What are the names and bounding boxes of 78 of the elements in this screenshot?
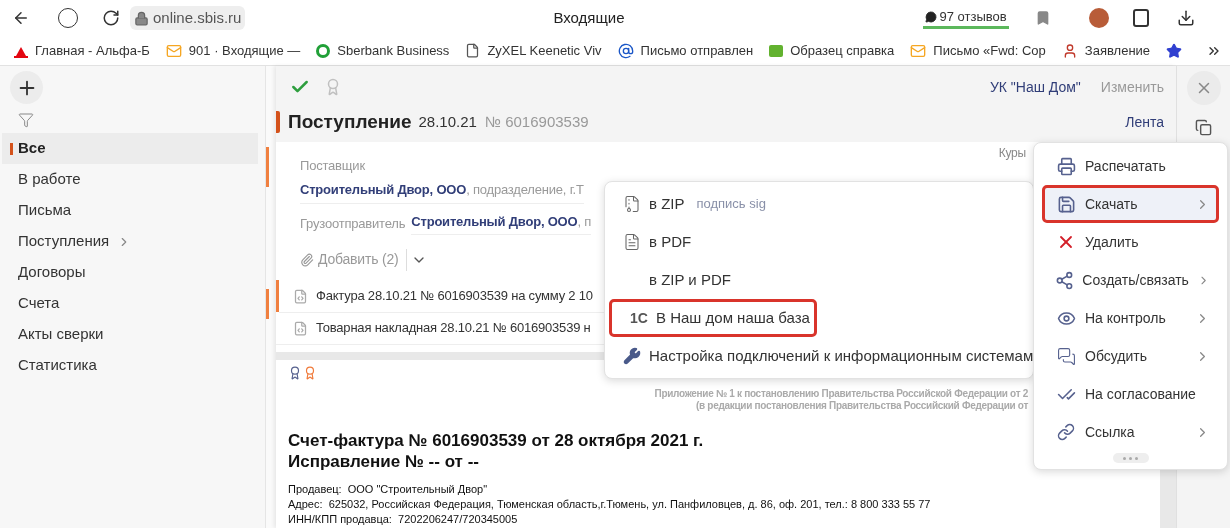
share-icon — [1055, 270, 1075, 290]
avatar-icon[interactable] — [1088, 8, 1109, 28]
xml-file-icon — [293, 320, 308, 336]
menu-item[interactable]: в ZIP и PDF — [605, 261, 1033, 299]
shipper-field[interactable]: Строительный Двор, ООО, п — [411, 212, 592, 235]
document-date: 28.10.21 — [418, 111, 477, 132]
field-label: Поставщик — [300, 157, 365, 175]
speech-bubble-icon — [924, 10, 937, 23]
onec-logo-icon: 1С — [630, 311, 648, 325]
copy-icon[interactable] — [1195, 119, 1212, 136]
sidebar-item[interactable]: Счета — [2, 288, 258, 319]
menu-item[interactable]: Распечатать — [1034, 147, 1227, 185]
page-icon — [465, 43, 481, 58]
supplier-field[interactable]: Строительный Двор, ООО, подразделение, г.Т — [300, 179, 584, 204]
menu-item[interactable]: в ZIP подпись sig — [605, 185, 1033, 223]
reviews-badge[interactable]: 97 отзывов — [922, 7, 1009, 29]
sidebar-item[interactable]: Письма — [2, 195, 258, 226]
bookmark-item[interactable]: 901 · Входящие — — [165, 40, 301, 61]
bookmark-item[interactable]: Письмо «Fwd: Cop — [910, 40, 1046, 61]
sidebar-item[interactable]: Поступления — [2, 226, 258, 257]
sidebar-item[interactable]: В работе — [2, 164, 258, 195]
invoice-line: Адрес: 625032, Российская Федерация, Тюменская область,г.Тюмень, ул. Панфиловцев, д. 86, оф. 201, тел.: 8 800 333 55 77 — [288, 497, 931, 512]
menu-item[interactable]: Скачать — [1042, 185, 1219, 223]
back-button[interactable] — [12, 9, 30, 27]
feed-link[interactable]: Лента — [1125, 111, 1164, 133]
menu-item[interactable]: Ссылка — [1034, 413, 1227, 451]
star-icon[interactable] — [1166, 42, 1183, 59]
invoice-heading: Счет-фактура № 6016903539 от 28 октября 2021 г. — [288, 430, 704, 451]
bookmark-item[interactable]: Заявление — [1061, 40, 1151, 61]
sidebar-item[interactable]: Все — [2, 133, 258, 164]
pdf-file-icon — [623, 233, 641, 251]
menu-item[interactable]: На контроль — [1034, 299, 1227, 337]
invoice-line: ИНН/КПП продавца: 7202206247/720345005 — [288, 512, 518, 527]
filter-icon[interactable] — [18, 112, 34, 128]
bookmark-item[interactable]: Главная - Альфа-Б — [14, 40, 150, 61]
download-icon[interactable] — [1176, 9, 1195, 27]
lock-icon — [134, 10, 149, 26]
ring-icon — [316, 43, 331, 58]
bookmark-item[interactable]: Письмо отправлен — [617, 40, 754, 61]
menu-item[interactable]: Создать/связать — [1034, 261, 1227, 299]
bookmark-item[interactable]: ZyXEL Keenetic Viv — [465, 40, 602, 61]
sidebar-item[interactable]: Статистика — [2, 350, 258, 381]
menu-item[interactable]: На согласование — [1034, 375, 1227, 413]
bookmark-item[interactable]: Образец справка — [769, 40, 895, 61]
document-number: № 6016903539 — [484, 111, 589, 132]
chat-icon — [1056, 346, 1076, 366]
page-title: Входящие — [553, 7, 625, 28]
award-icon — [303, 366, 317, 380]
mail-icon — [910, 42, 927, 59]
appendix-note: (в редакции постановления Правительства Российский Федерации от — [696, 400, 1028, 412]
sidebar-item[interactable]: Договоры — [2, 257, 258, 288]
field-label: Грузоотправитель — [300, 214, 406, 233]
paperclip-icon — [300, 252, 314, 267]
invoice-heading: Исправление № -- от -- — [288, 451, 479, 472]
signature-note: подпись sig — [696, 195, 766, 214]
document-title: Поступление — [288, 109, 412, 134]
add-button[interactable] — [10, 71, 43, 104]
award-icon — [288, 366, 302, 380]
appendix-note: Приложение № 1 к постановлению Правительства Российской Федерации от 2 — [654, 388, 1028, 400]
zip-file-icon — [623, 195, 641, 213]
wrench-icon — [623, 347, 641, 365]
address-field[interactable]: online.sbis.ru — [130, 6, 246, 30]
mail-icon — [165, 42, 182, 59]
menu-item[interactable]: Обсудить — [1034, 337, 1227, 375]
organization-link[interactable]: УК "Наш Дом" — [989, 76, 1081, 98]
printer-icon — [1056, 156, 1076, 176]
courier-label: Куры — [998, 145, 1026, 162]
at-icon — [617, 42, 634, 59]
xml-file-icon — [293, 288, 308, 304]
link-icon — [1057, 423, 1075, 441]
menu-item[interactable]: Настройка подключений к информационным системам — [605, 337, 1033, 375]
menu-item[interactable]: Удалить — [1034, 223, 1227, 261]
reload-button[interactable] — [102, 9, 120, 27]
invoice-line: Продавец: ООО "Строительный Двор" — [288, 482, 488, 497]
menu-item[interactable]: 1С В Наш дом наша база — [609, 299, 817, 337]
bookmark-item[interactable]: Sberbank Business — [316, 40, 450, 61]
menu-item[interactable]: в PDF — [605, 223, 1033, 261]
sidebar-item[interactable]: Акты сверки — [2, 319, 258, 350]
